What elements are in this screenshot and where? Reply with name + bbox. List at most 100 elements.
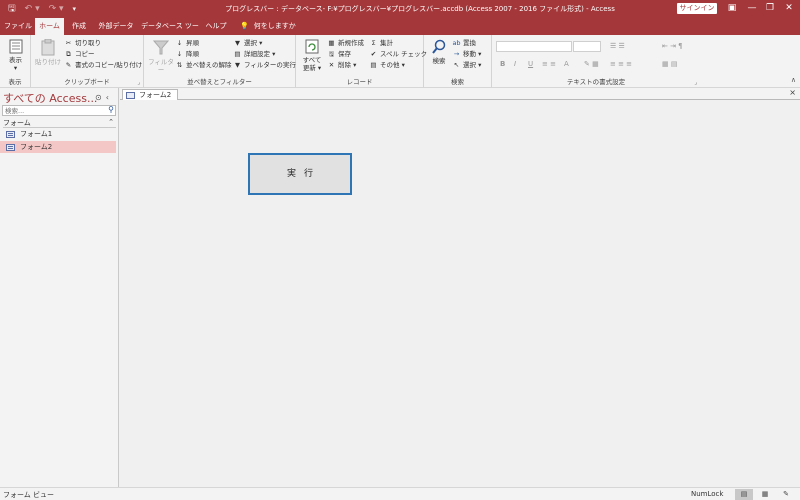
clear-sort-label: 並べ替えの解除 bbox=[186, 61, 232, 69]
indent-icon[interactable]: ⇤ ⇥ ¶ bbox=[662, 42, 683, 50]
chevron-up-icon: ⌃ bbox=[108, 118, 114, 126]
design-view-icon[interactable]: ✎ bbox=[777, 489, 795, 500]
scissors-icon: ✂ bbox=[65, 39, 72, 47]
form-icon bbox=[126, 92, 135, 99]
nav-pane-title[interactable]: すべての Access... bbox=[3, 90, 97, 106]
tab-file[interactable]: ファイル bbox=[3, 18, 33, 35]
tab-create[interactable]: 作成 bbox=[66, 18, 92, 35]
form-view-icon[interactable]: ▤ bbox=[735, 489, 753, 500]
document-tabs: フォーム2 × bbox=[120, 88, 800, 101]
group-view: 表示 ▾ 表示 bbox=[0, 35, 31, 88]
document-tab-label: フォーム2 bbox=[139, 91, 172, 99]
save-record-button[interactable]: 🖫 保存 bbox=[327, 49, 351, 59]
new-label: 新規作成 bbox=[338, 39, 364, 47]
restore-button[interactable]: ❐ bbox=[760, 2, 780, 14]
toggle-filter-icon: ▼ bbox=[235, 61, 240, 69]
alignment-icons[interactable]: ≡ ≡ ≡ bbox=[610, 60, 632, 68]
sort-descending-button[interactable]: ↓ 降順 bbox=[175, 49, 199, 59]
funnel-icon bbox=[153, 40, 169, 55]
gridlines-icon[interactable]: ▦ ▤ bbox=[662, 60, 677, 68]
sort-ascending-button[interactable]: ↓ 昇順 bbox=[175, 38, 199, 48]
spelling-button[interactable]: ✔ スペル チェック bbox=[369, 49, 427, 59]
paste-button[interactable]: 貼り付け bbox=[34, 39, 62, 66]
refresh-all-label-1: すべて bbox=[302, 56, 322, 64]
ribbon-tabs: ファイル ホーム 作成 外部データ データベース ツール ヘルプ 💡 何をしますか bbox=[0, 18, 800, 47]
text-launcher-icon[interactable]: ⌟ bbox=[694, 79, 697, 86]
nav-item-form2[interactable]: フォーム2 bbox=[0, 141, 116, 153]
align-left-icon[interactable]: ≡ ≡ bbox=[542, 60, 556, 68]
bold-button[interactable]: B bbox=[500, 60, 505, 68]
delete-label: 削除 bbox=[338, 61, 351, 69]
toggle-filter-button[interactable]: ▼ フィルターの実行 bbox=[233, 60, 296, 70]
delete-record-button[interactable]: ✕ 削除 ▾ bbox=[327, 60, 357, 70]
totals-button[interactable]: Σ 集計 bbox=[369, 38, 393, 48]
signin-button[interactable]: サインイン bbox=[677, 3, 717, 14]
sigma-icon: Σ bbox=[371, 39, 376, 47]
advanced-filter-icon: ▤ bbox=[234, 50, 241, 58]
group-find-label: 検索 bbox=[451, 78, 464, 86]
cut-button[interactable]: ✂ 切り取り bbox=[64, 38, 101, 48]
font-color-button[interactable]: A bbox=[564, 60, 569, 68]
numlock-indicator: NumLock bbox=[691, 490, 724, 498]
replace-button[interactable]: ab 置換 bbox=[452, 38, 476, 48]
nav-collapse-icon[interactable]: ‹ bbox=[106, 93, 109, 102]
group-records: すべて 更新 ▾ ▦ 新規作成 🖫 保存 ✕ 削除 ▾ Σ 集計 ✔ スペル チェック ▤ そ… bbox=[296, 35, 427, 88]
collapse-ribbon-icon[interactable]: ∧ bbox=[791, 76, 796, 84]
selection-button[interactable]: ▼ 選択 ▾ bbox=[233, 38, 262, 48]
save-record-icon: 🖫 bbox=[328, 50, 335, 58]
run-button[interactable]: 実行 bbox=[248, 153, 352, 195]
filter-button[interactable]: フィルター bbox=[148, 39, 174, 74]
form-icon bbox=[6, 131, 15, 138]
format-painter-button[interactable]: ✎ 書式のコピー/貼り付け bbox=[64, 60, 142, 70]
tell-me-box[interactable]: 💡 何をしますか bbox=[240, 18, 300, 35]
layout-view-icon[interactable]: ▦ bbox=[756, 489, 774, 500]
minimize-button[interactable]: — bbox=[742, 2, 762, 14]
nav-menu-icon[interactable]: ⊙ bbox=[95, 93, 102, 102]
copy-icon: ⧉ bbox=[66, 50, 71, 58]
italic-button[interactable]: I bbox=[514, 60, 516, 68]
new-record-button[interactable]: ▦ 新規作成 bbox=[327, 38, 364, 48]
select-button[interactable]: ↖ 選択 ▾ bbox=[452, 60, 482, 70]
status-bar: フォーム ビュー NumLock ▤ ▦ ✎ bbox=[0, 487, 800, 500]
tab-help[interactable]: ヘルプ bbox=[205, 18, 227, 35]
tab-external-data[interactable]: 外部データ bbox=[96, 18, 136, 35]
copy-button[interactable]: ⧉ コピー bbox=[64, 49, 94, 59]
nav-item-form1[interactable]: フォーム1 bbox=[0, 128, 116, 140]
font-size-combo[interactable] bbox=[573, 41, 601, 52]
nav-search-input[interactable] bbox=[3, 106, 103, 115]
tab-home[interactable]: ホーム bbox=[35, 18, 64, 35]
navigation-pane: すべての Access... ⊙ ‹ ⚲ フォーム ⌃ フォーム1 フォーム2 bbox=[0, 88, 119, 487]
save-label: 保存 bbox=[338, 50, 351, 58]
close-document-icon[interactable]: × bbox=[789, 88, 796, 97]
advanced-button[interactable]: ▤ 詳細設定 ▾ bbox=[233, 49, 275, 59]
advanced-label: 詳細設定 bbox=[244, 50, 270, 58]
find-button[interactable]: 検索 bbox=[427, 39, 451, 65]
group-sort-filter: フィルター ↓ 昇順 ↓ 降順 ⇅ 並べ替えの解除 ▼ 選択 ▾ ▤ 詳細設定 ▾ ▼ フィ… bbox=[144, 35, 296, 88]
nav-section-forms[interactable]: フォーム ⌃ bbox=[3, 118, 116, 128]
highlight-icon[interactable]: ✎ ▦ bbox=[584, 60, 599, 68]
ribbon-display-icon[interactable]: ▣ bbox=[722, 2, 742, 14]
format-painter-label: 書式のコピー/貼り付け bbox=[75, 61, 143, 69]
nav-item-label: フォーム1 bbox=[20, 130, 53, 138]
more-label: その他 bbox=[380, 61, 400, 69]
clipboard-launcher-icon[interactable]: ⌟ bbox=[137, 79, 140, 86]
cut-label: 切り取り bbox=[75, 39, 101, 47]
font-name-combo[interactable] bbox=[496, 41, 572, 52]
toggle-filter-label: フィルターの実行 bbox=[244, 61, 296, 69]
view-button[interactable]: 表示 ▾ bbox=[3, 39, 28, 72]
clear-sort-button[interactable]: ⇅ 並べ替えの解除 bbox=[175, 60, 232, 70]
refresh-all-button[interactable]: すべて 更新 ▾ bbox=[299, 39, 325, 72]
more-button[interactable]: ▤ その他 ▾ bbox=[369, 60, 404, 70]
tab-database-tools[interactable]: データベース ツール bbox=[140, 18, 200, 47]
close-button[interactable]: ✕ bbox=[779, 2, 799, 14]
view-label: 表示 bbox=[9, 56, 22, 64]
search-icon[interactable]: ⚲ bbox=[108, 105, 114, 114]
underline-button[interactable]: U bbox=[528, 60, 533, 68]
group-text-format: ☰ ☰ ⇤ ⇥ ¶ B I U ≡ ≡ A ✎ ▦ ≡ ≡ ≡ ▦ ▤ テキスト… bbox=[492, 35, 700, 88]
list-bullets-icon[interactable]: ☰ ☰ bbox=[610, 42, 625, 50]
goto-label: 移動 bbox=[463, 50, 476, 58]
replace-icon: ab bbox=[452, 39, 461, 47]
group-clipboard: 貼り付け ✂ 切り取り ⧉ コピー ✎ 書式のコピー/貼り付け クリップボード ⌟ bbox=[31, 35, 144, 88]
goto-button[interactable]: → 移動 ▾ bbox=[452, 49, 482, 59]
ascending-label: 昇順 bbox=[186, 39, 199, 47]
